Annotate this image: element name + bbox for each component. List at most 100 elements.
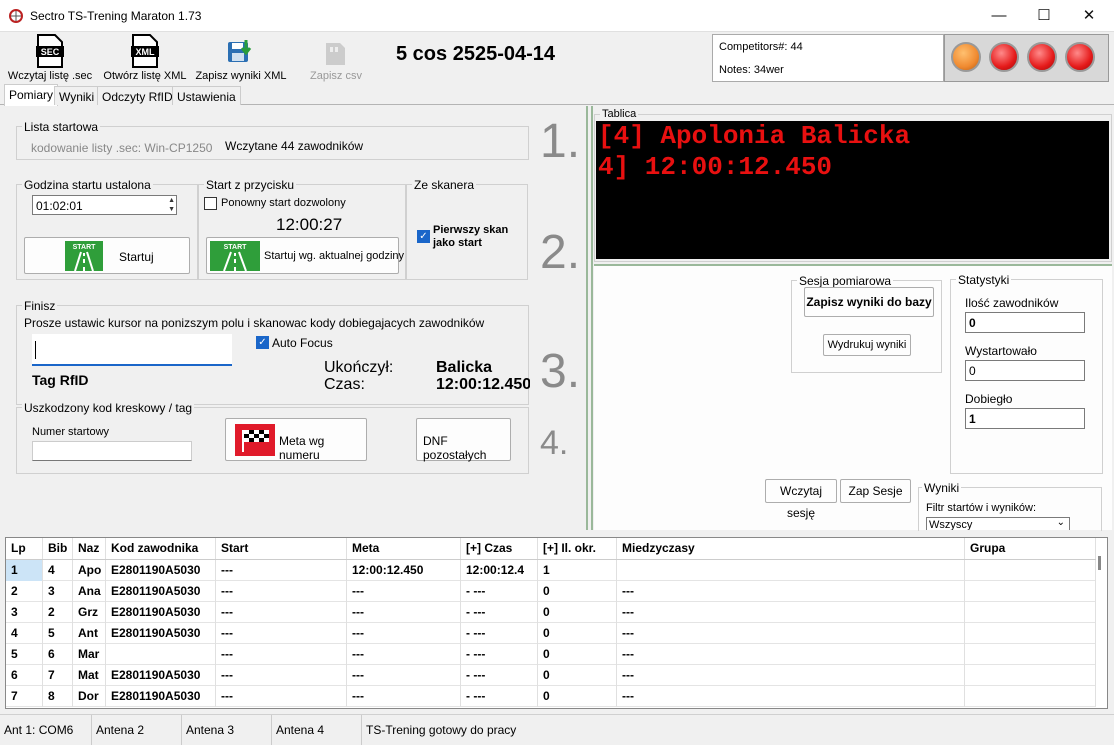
tab-ustawienia[interactable]: Ustawienia [172, 86, 241, 105]
table-cell[interactable] [965, 665, 1096, 686]
table-cell[interactable]: 0 [538, 644, 617, 665]
table-row[interactable]: 4 5 Ant E2801190A5030 --- --- - --- 0 --- [6, 623, 1096, 644]
maximize-button[interactable]: ☐ [1021, 0, 1067, 32]
table-cell[interactable]: Mar [73, 644, 106, 665]
table-cell[interactable]: --- [216, 602, 347, 623]
table-cell[interactable]: 3 [6, 602, 43, 623]
table-cell[interactable] [965, 602, 1096, 623]
column-header[interactable]: Grupa [965, 538, 1096, 559]
table-cell[interactable]: 4 [43, 560, 73, 581]
print-results-button[interactable]: Wydrukuj wyniki [823, 334, 911, 356]
close-button[interactable]: ✕ [1066, 0, 1112, 32]
load-sec-button[interactable]: SEC Wczytaj listę .sec [4, 34, 96, 82]
table-cell[interactable]: Grz [73, 602, 106, 623]
table-cell[interactable]: E2801190A5030 [106, 623, 216, 644]
auto-focus-checkbox[interactable]: ✓ [256, 336, 269, 349]
column-header[interactable]: [+] Il. okr. [538, 538, 617, 559]
table-row[interactable]: 2 3 Ana E2801190A5030 --- --- - --- 0 --- [6, 581, 1096, 602]
table-cell[interactable]: 0 [538, 623, 617, 644]
table-cell[interactable]: - --- [461, 644, 538, 665]
table-cell[interactable]: --- [216, 560, 347, 581]
column-header[interactable]: Lp [6, 538, 43, 559]
table-cell[interactable]: 5 [43, 623, 73, 644]
table-cell[interactable]: --- [617, 602, 965, 623]
table-cell[interactable] [965, 623, 1096, 644]
table-row[interactable]: 7 8 Dor E2801190A5030 --- --- - --- 0 --- [6, 686, 1096, 707]
table-row[interactable]: 1 4 Apo E2801190A5030 --- 12:00:12.450 12:00:1… [6, 560, 1096, 581]
save-csv-button[interactable]: Zapisz csv [300, 34, 372, 82]
table-cell[interactable]: 7 [43, 665, 73, 686]
tab-pomiary[interactable]: Pomiary [4, 84, 59, 106]
restart-checkbox[interactable] [204, 197, 217, 210]
tab-odczyty-rfid[interactable]: Odczyty RfID [97, 86, 178, 105]
table-row[interactable]: 5 6 Mar --- --- - --- 0 --- [6, 644, 1096, 665]
tab-wyniki[interactable]: Wyniki [54, 86, 100, 105]
table-row[interactable]: 3 2 Grz E2801190A5030 --- --- - --- 0 --- [6, 602, 1096, 623]
table-cell[interactable]: --- [347, 686, 461, 707]
table-cell[interactable]: --- [347, 623, 461, 644]
table-cell[interactable]: - --- [461, 686, 538, 707]
table-cell[interactable]: 0 [538, 581, 617, 602]
open-xml-button[interactable]: XML Otwórz listę XML [100, 34, 190, 82]
column-header[interactable]: Start [216, 538, 347, 559]
table-cell[interactable]: - --- [461, 665, 538, 686]
table-cell[interactable]: Ana [73, 581, 106, 602]
table-cell[interactable]: 6 [6, 665, 43, 686]
table-cell[interactable]: --- [347, 581, 461, 602]
table-cell[interactable] [965, 686, 1096, 707]
bib-input[interactable] [32, 441, 192, 461]
table-cell[interactable]: --- [347, 644, 461, 665]
table-cell[interactable]: 1 [538, 560, 617, 581]
column-header[interactable]: Bib [43, 538, 73, 559]
table-cell[interactable]: --- [617, 665, 965, 686]
table-cell[interactable]: Mat [73, 665, 106, 686]
table-cell[interactable]: - --- [461, 581, 538, 602]
table-cell[interactable]: --- [617, 581, 965, 602]
table-cell[interactable]: --- [617, 686, 965, 707]
table-cell[interactable]: 4 [6, 623, 43, 644]
scrollbar-thumb[interactable] [1098, 556, 1101, 570]
table-cell[interactable]: --- [347, 602, 461, 623]
table-cell[interactable] [617, 560, 965, 581]
start-time-input[interactable]: 01:02:01 ▲ ▼ [32, 195, 177, 215]
table-cell[interactable]: Dor [73, 686, 106, 707]
column-header[interactable]: Miedzyczasy [617, 538, 965, 559]
table-cell[interactable]: 2 [6, 581, 43, 602]
table-cell[interactable]: --- [617, 644, 965, 665]
table-cell[interactable]: Ant [73, 623, 106, 644]
dnf-button[interactable]: DNF pozostałych [416, 418, 511, 462]
table-cell[interactable] [965, 644, 1096, 665]
table-cell[interactable]: E2801190A5030 [106, 686, 216, 707]
finish-by-number-button[interactable]: Meta wg numeru [225, 418, 367, 462]
column-header[interactable]: Naz [73, 538, 106, 559]
table-cell[interactable]: 7 [6, 686, 43, 707]
start-button[interactable]: START Startuj [24, 237, 190, 274]
column-header[interactable]: [+] Czas [461, 538, 538, 559]
filter-select[interactable]: Wszyscy ⌄ [926, 517, 1070, 530]
table-cell[interactable]: --- [216, 581, 347, 602]
column-header[interactable]: Meta [347, 538, 461, 559]
time-spinner-icon[interactable]: ▲ ▼ [168, 196, 175, 214]
table-row[interactable]: 6 7 Mat E2801190A5030 --- --- - --- 0 --- [6, 665, 1096, 686]
first-scan-checkbox[interactable]: ✓ [417, 230, 430, 243]
save-db-button[interactable]: Zapisz wyniki do bazy [804, 287, 934, 317]
table-cell[interactable]: 6 [43, 644, 73, 665]
save-xml-button[interactable]: Zapisz wyniki XML [194, 34, 288, 82]
start-now-button[interactable]: START Startuj wg. aktualnej godziny [206, 237, 404, 274]
table-cell[interactable]: E2801190A5030 [106, 665, 216, 686]
table-cell[interactable] [106, 644, 216, 665]
table-cell[interactable]: 8 [43, 686, 73, 707]
table-cell[interactable]: 12:00:12.450 [347, 560, 461, 581]
minimize-button[interactable]: — [976, 0, 1022, 32]
table-cell[interactable]: E2801190A5030 [106, 602, 216, 623]
table-cell[interactable]: 0 [538, 665, 617, 686]
column-header[interactable]: Kod zawodnika [106, 538, 216, 559]
table-cell[interactable]: - --- [461, 602, 538, 623]
table-cell[interactable]: 12:00:12.4 [461, 560, 538, 581]
table-cell[interactable]: --- [216, 644, 347, 665]
load-session-button[interactable]: Wczytaj sesję [765, 479, 837, 520]
table-cell[interactable]: --- [216, 686, 347, 707]
tag-input[interactable] [32, 334, 232, 366]
table-cell[interactable]: 0 [538, 602, 617, 623]
table-cell[interactable]: --- [347, 665, 461, 686]
